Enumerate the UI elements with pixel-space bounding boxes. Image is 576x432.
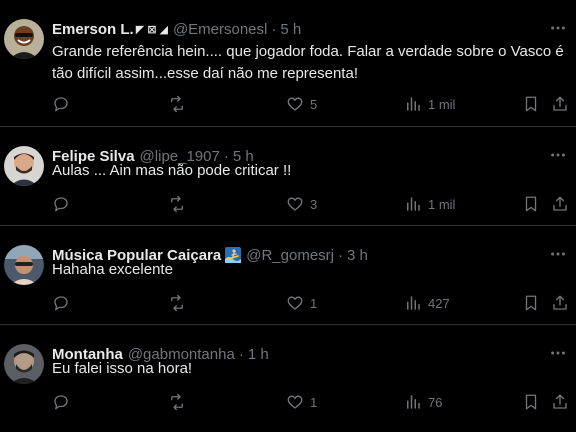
views-chart-icon — [407, 97, 420, 111]
tweet-text: Hahaha excelente — [52, 261, 173, 278]
reply-button[interactable] — [52, 392, 70, 412]
view-count: 1 mil — [428, 96, 456, 112]
reply-button[interactable] — [52, 194, 70, 214]
tweet-actions: 1 427 — [52, 293, 572, 313]
like-button[interactable]: 5 — [286, 94, 317, 114]
tweet-text: Eu falei isso na hora! — [52, 360, 193, 377]
reply-button[interactable] — [52, 293, 70, 313]
tweet-header: Emerson L. ◤ ⊠ ◢ @Emersonesl · 5 h — [52, 19, 301, 39]
views-button[interactable]: 1 mil — [404, 94, 455, 114]
name-emoji-badges: ◤ ⊠ ◢ — [135, 23, 168, 36]
retweet-icon — [171, 294, 183, 312]
bookmark-button[interactable] — [522, 392, 540, 412]
timestamp[interactable]: 5 h — [280, 21, 301, 38]
avatar[interactable] — [4, 19, 44, 59]
reply-feed: Emerson L. ◤ ⊠ ◢ @Emersonesl · 5 h Grand… — [0, 0, 576, 432]
bookmark-icon — [525, 196, 537, 212]
like-count: 1 — [310, 394, 318, 410]
bookmark-icon — [525, 96, 537, 112]
like-button[interactable]: 3 — [286, 194, 317, 214]
like-button[interactable]: 1 — [286, 293, 317, 313]
like-count: 5 — [310, 96, 318, 112]
retweet-button[interactable] — [168, 94, 186, 114]
like-count: 1 — [310, 295, 318, 311]
share-button[interactable] — [551, 293, 569, 313]
tweet-montanha[interactable]: Montanha @gabmontanha · 1 h Eu falei iss… — [0, 325, 576, 432]
bookmark-button[interactable] — [522, 293, 540, 313]
retweet-button[interactable] — [168, 293, 186, 313]
tweet-actions: 5 1 mil — [52, 94, 572, 114]
tweet-felipe[interactable]: Felipe Silva @lipe_1907 · 5 h Aulas ... … — [0, 127, 576, 226]
author-handle[interactable]: @Emersonesl — [173, 21, 267, 38]
views-button[interactable]: 76 — [404, 392, 442, 412]
tweet-musica-popular-caicara[interactable]: Música Popular Caiçara @R_gomesrj · 3 h … — [0, 226, 576, 325]
tweet-text: Grande referência hein.... que jogador f… — [52, 43, 564, 82]
heart-icon — [287, 197, 303, 211]
share-icon — [553, 394, 567, 409]
view-count: 1 mil — [428, 196, 456, 212]
bookmark-icon — [525, 295, 537, 311]
like-count: 3 — [310, 196, 318, 212]
tweet-actions: 1 76 — [52, 392, 572, 412]
view-count: 427 — [428, 295, 450, 311]
reply-icon — [54, 97, 68, 112]
avatar[interactable] — [4, 344, 44, 384]
heart-icon — [287, 296, 303, 310]
reply-icon — [54, 197, 68, 212]
bookmark-button[interactable] — [522, 94, 540, 114]
share-button[interactable] — [551, 392, 569, 412]
share-icon — [553, 96, 567, 111]
like-button[interactable]: 1 — [286, 392, 317, 412]
retweet-icon — [171, 95, 183, 113]
reply-button[interactable] — [52, 94, 70, 114]
retweet-icon — [171, 195, 183, 213]
share-button[interactable] — [551, 94, 569, 114]
avatar[interactable] — [4, 146, 44, 186]
retweet-button[interactable] — [168, 392, 186, 412]
view-count: 76 — [428, 394, 443, 410]
views-chart-icon — [407, 197, 420, 211]
views-chart-icon — [407, 395, 420, 409]
more-options-button[interactable] — [548, 18, 568, 38]
avatar[interactable] — [4, 245, 44, 285]
share-button[interactable] — [551, 194, 569, 214]
reply-icon — [54, 296, 68, 311]
share-icon — [553, 295, 567, 310]
author-name[interactable]: Emerson L. — [52, 21, 134, 38]
retweet-icon — [171, 393, 183, 411]
heart-icon — [287, 97, 303, 111]
more-horizontal-icon — [551, 26, 565, 30]
heart-icon — [287, 395, 303, 409]
views-chart-icon — [407, 296, 420, 310]
tweet-actions: 3 1 mil — [52, 194, 572, 214]
views-button[interactable]: 1 mil — [404, 194, 455, 214]
reply-icon — [54, 395, 68, 410]
tweet-emerson[interactable]: Emerson L. ◤ ⊠ ◢ @Emersonesl · 5 h Grand… — [0, 0, 576, 127]
retweet-button[interactable] — [168, 194, 186, 214]
share-icon — [553, 196, 567, 211]
views-button[interactable]: 427 — [404, 293, 450, 313]
bookmark-button[interactable] — [522, 194, 540, 214]
separator-dot: · — [271, 20, 277, 38]
bookmark-icon — [525, 394, 537, 410]
tweet-text: Aulas ... Ain mas não pode criticar !! — [52, 162, 292, 179]
